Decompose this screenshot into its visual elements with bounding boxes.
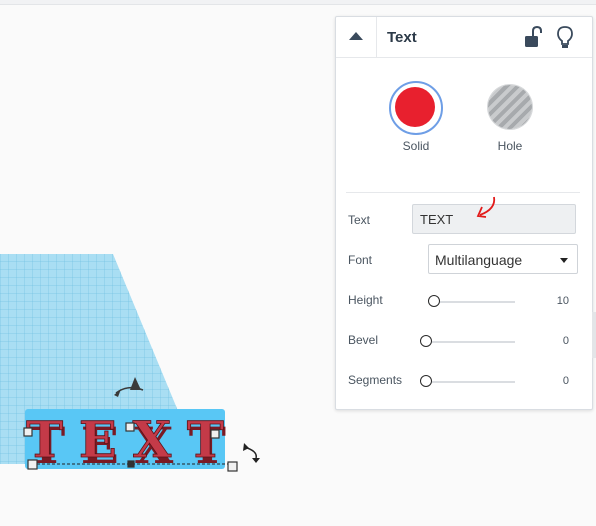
segments-slider-track[interactable] bbox=[424, 381, 515, 383]
collapse-panel-button[interactable] bbox=[336, 17, 377, 57]
visibility-button[interactable] bbox=[554, 25, 576, 49]
segments-label: Segments bbox=[348, 373, 403, 387]
annotation-arrow-icon bbox=[476, 196, 496, 218]
chevron-up-icon bbox=[349, 32, 363, 40]
shape-inspector-panel: Text Solid Hole Text Font Multilanguage … bbox=[335, 16, 593, 410]
side-panel-edge bbox=[592, 312, 596, 358]
solid-mode-button[interactable] bbox=[389, 81, 443, 135]
text-field-label: Text bbox=[348, 213, 371, 227]
height-label: Height bbox=[348, 293, 383, 307]
bevel-slider-track[interactable] bbox=[424, 341, 515, 343]
hole-mode-button[interactable] bbox=[488, 85, 532, 129]
solid-color-swatch bbox=[395, 87, 435, 127]
height-value: 10 bbox=[556, 295, 569, 307]
chevron-down-icon bbox=[560, 258, 568, 263]
font-select[interactable]: Multilanguage bbox=[428, 244, 578, 274]
unlock-icon bbox=[525, 25, 542, 47]
bevel-value: 0 bbox=[562, 335, 569, 347]
font-select-value: Multilanguage bbox=[435, 252, 523, 268]
font-field-label: Font bbox=[348, 253, 373, 267]
bevel-slider-thumb[interactable] bbox=[420, 335, 432, 347]
hole-label: Hole bbox=[497, 139, 523, 153]
bevel-label: Bevel bbox=[348, 333, 379, 347]
height-slider-thumb[interactable] bbox=[428, 295, 440, 307]
segments-slider-thumb[interactable] bbox=[420, 375, 432, 387]
lightbulb-icon bbox=[557, 26, 573, 48]
rotate-handle-icon bbox=[243, 443, 260, 463]
solid-label: Solid bbox=[402, 139, 430, 153]
segments-value: 0 bbox=[562, 375, 569, 387]
panel-title: Text bbox=[387, 29, 417, 46]
lock-button[interactable] bbox=[522, 25, 544, 49]
panel-header: Text bbox=[336, 17, 592, 58]
panel-divider bbox=[346, 192, 580, 193]
height-slider-track[interactable] bbox=[428, 301, 515, 303]
